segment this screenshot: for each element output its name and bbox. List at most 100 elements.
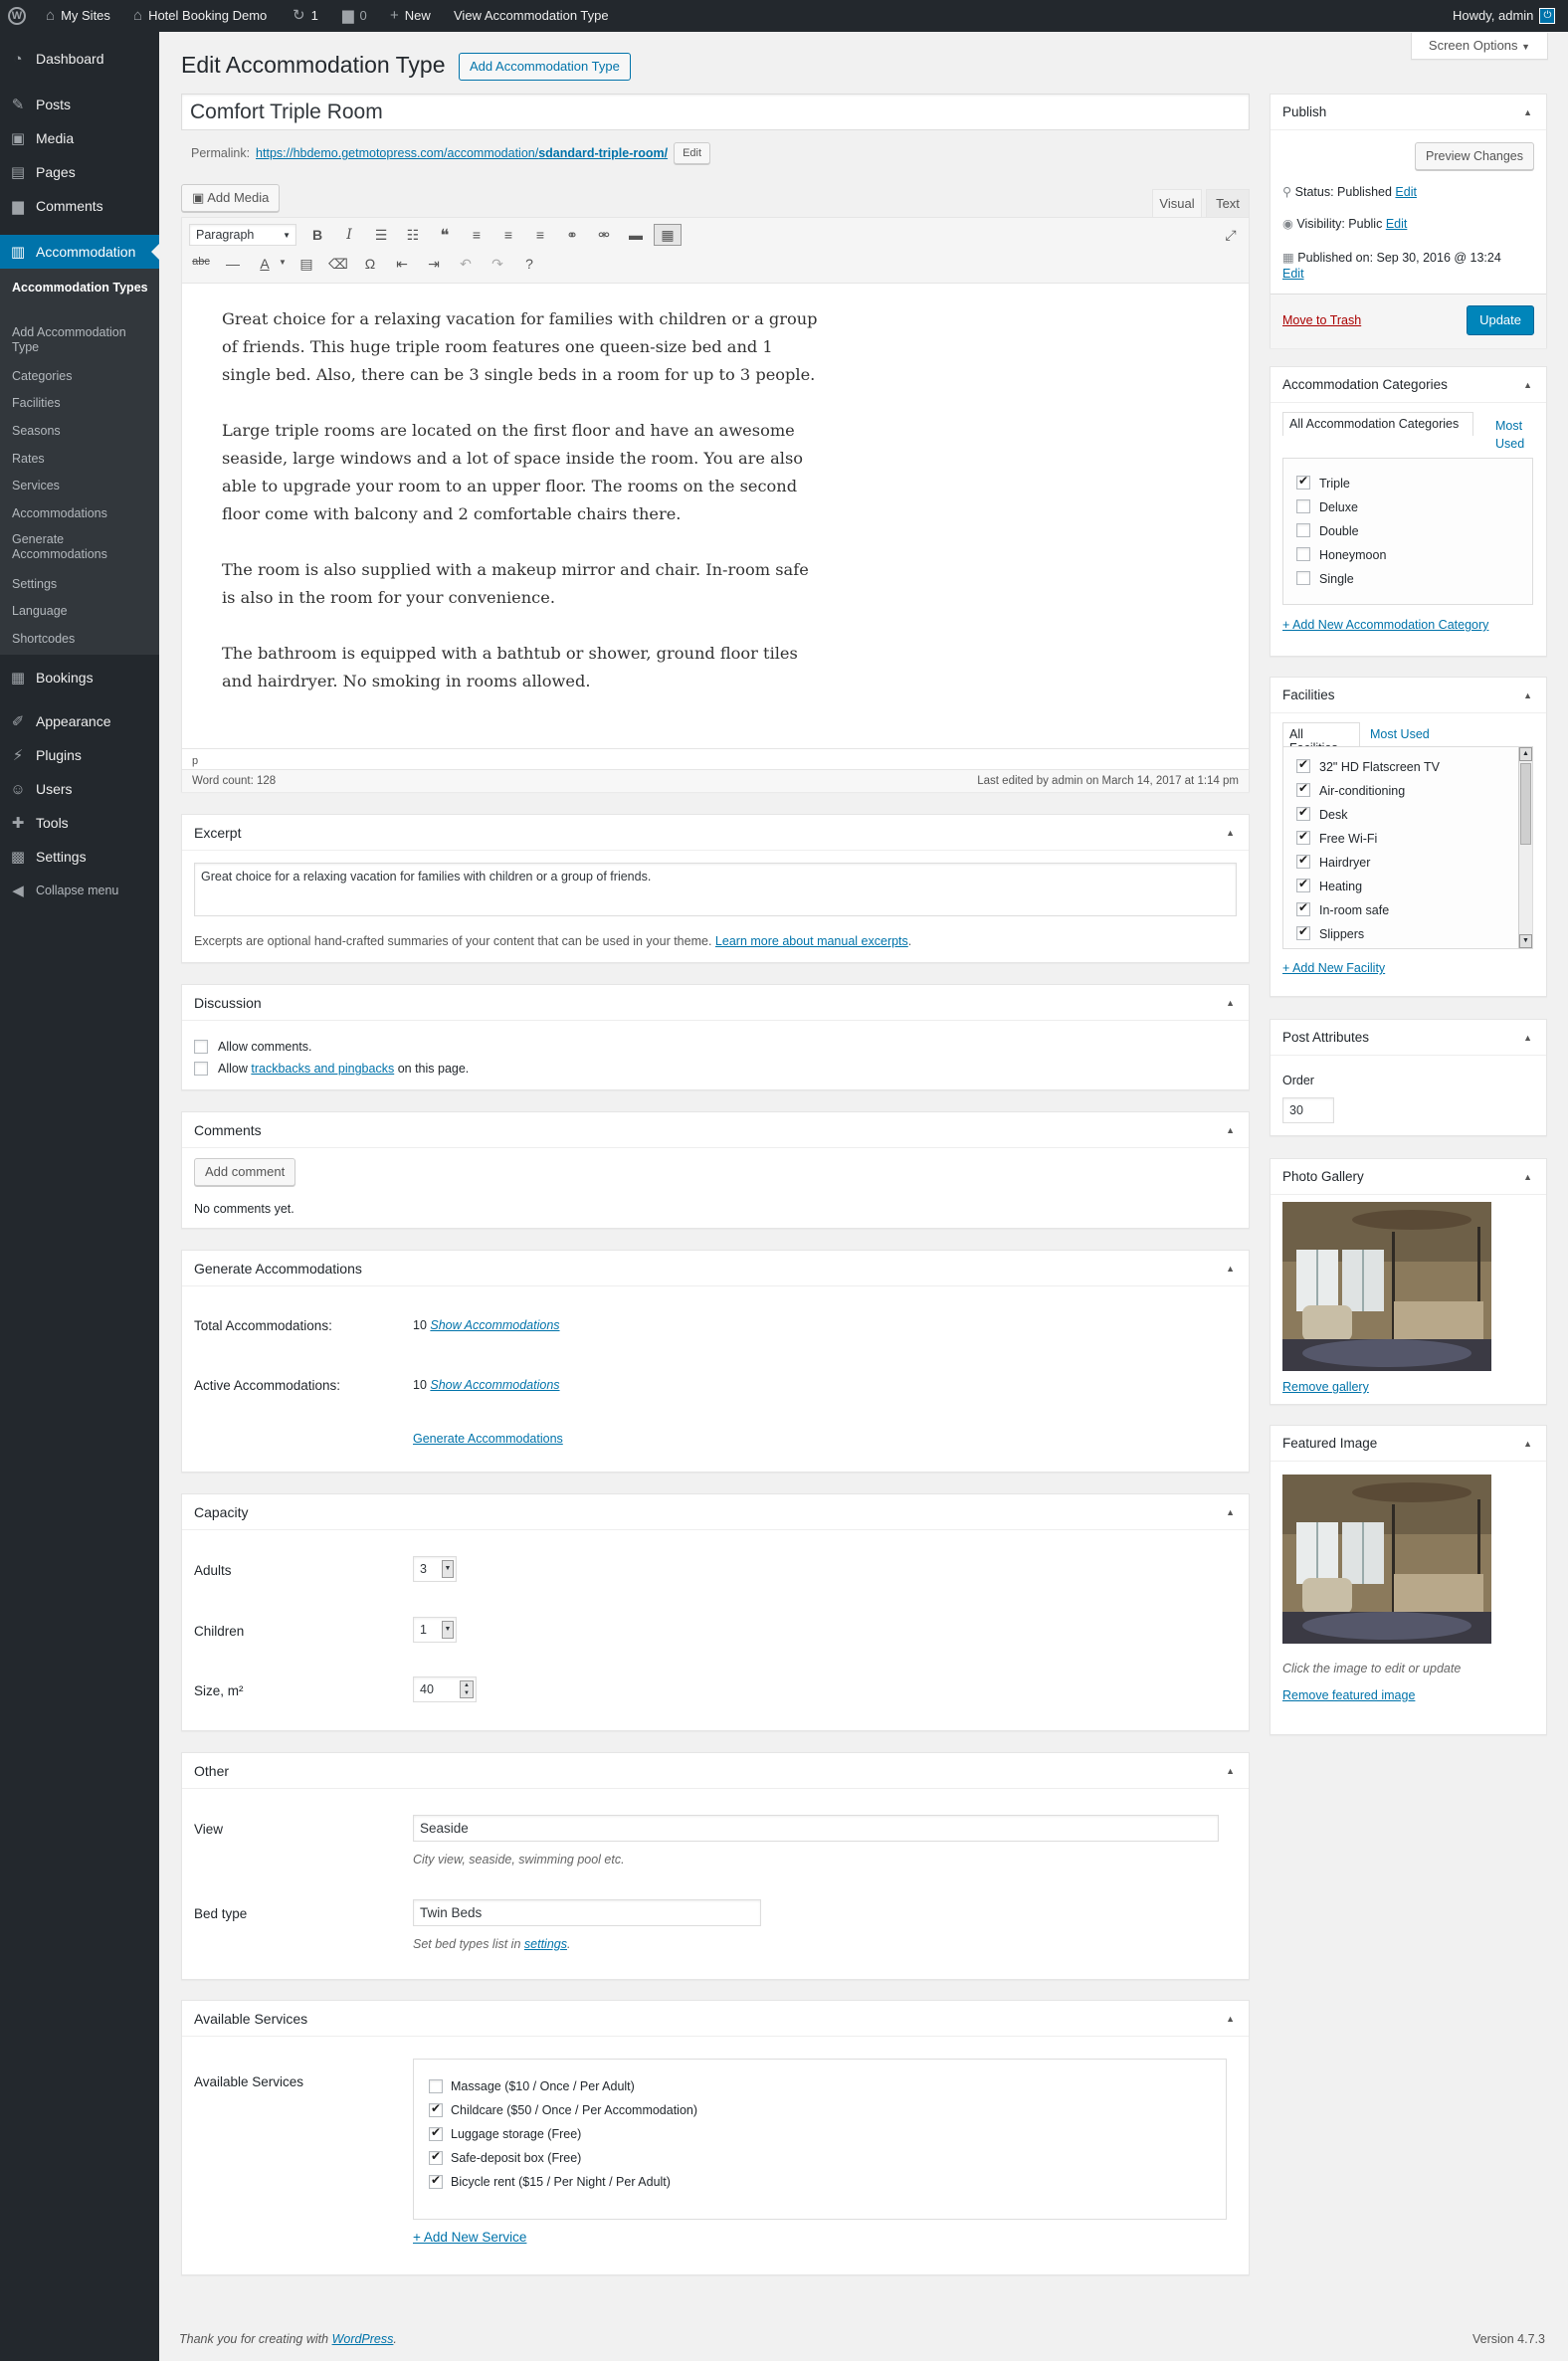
align-right-icon[interactable]: ≡ — [528, 227, 552, 243]
submenu-add-accommodation-type[interactable]: Add Accommodation Type — [12, 325, 151, 355]
permalink-link[interactable]: https://hbdemo.getmotopress.com/accommod… — [256, 146, 668, 160]
read-more-icon[interactable]: ▬ — [624, 227, 648, 243]
submenu-generate-accommodations[interactable]: Generate Accommodations — [12, 532, 151, 562]
scroll-down-icon[interactable]: ▼ — [1519, 934, 1532, 948]
blockquote-icon[interactable]: ❝ — [433, 226, 457, 246]
bold-icon[interactable]: B — [305, 227, 329, 243]
special-character-icon[interactable]: Ω — [358, 256, 382, 272]
adults-select[interactable]: 3 ▼ — [413, 1556, 457, 1582]
new-content-link[interactable]: + New — [390, 0, 431, 32]
unlink-icon[interactable]: ⚮ — [592, 227, 616, 244]
outdent-icon[interactable]: ⇤ — [390, 256, 414, 273]
submenu-rates[interactable]: Rates — [12, 452, 151, 467]
format-select[interactable]: Paragraph ▼ — [189, 224, 296, 246]
add-media-button[interactable]: ▣ Add Media — [181, 184, 281, 212]
submenu-accommodation-types[interactable]: Accommodation Types — [12, 281, 151, 295]
excerpt-header[interactable]: Excerpt ▲ — [182, 815, 1249, 851]
edit-date-link[interactable]: Edit — [1282, 267, 1304, 281]
bed-type-input[interactable]: Twin Beds — [413, 1899, 761, 1926]
toggle-arrow-icon[interactable]: ▲ — [1523, 1020, 1532, 1056]
menu-accommodation[interactable]: ▥ Accommodation — [0, 235, 159, 269]
caret-down-icon[interactable]: ▼ — [271, 258, 294, 267]
gallery-image[interactable] — [1282, 1202, 1491, 1371]
toggle-arrow-icon[interactable]: ▲ — [1226, 1753, 1235, 1789]
undo-icon[interactable]: ↶ — [454, 256, 478, 273]
updates-link[interactable]: ↻ 1 — [293, 0, 318, 32]
size-number-input[interactable]: 40 ▲ ▼ — [413, 1676, 477, 1702]
comments-link[interactable]: ▆ 0 — [342, 0, 367, 32]
align-center-icon[interactable]: ≡ — [496, 227, 520, 243]
post-title-input[interactable]: Comfort Triple Room — [181, 94, 1250, 130]
help-icon[interactable]: ? — [517, 256, 541, 272]
service-checkbox[interactable] — [429, 2125, 443, 2141]
category-checkbox[interactable] — [1296, 547, 1310, 561]
edit-status-link[interactable]: Edit — [1395, 185, 1417, 199]
add-new-service-link[interactable]: + Add New Service — [413, 2230, 526, 2245]
menu-media[interactable]: ▣ Media — [0, 121, 159, 155]
align-left-icon[interactable]: ≡ — [465, 227, 489, 243]
move-to-trash-link[interactable]: Move to Trash — [1282, 313, 1361, 327]
numbered-list-icon[interactable]: ☷ — [401, 227, 425, 244]
facility-checkbox[interactable] — [1296, 900, 1310, 916]
facility-checkbox[interactable] — [1296, 781, 1310, 797]
submenu-accommodations[interactable]: Accommodations — [12, 506, 151, 521]
remove-gallery-link[interactable]: Remove gallery — [1282, 1380, 1369, 1394]
paste-text-icon[interactable]: ▤ — [294, 256, 318, 273]
add-accommodation-type-button[interactable]: Add Accommodation Type — [459, 53, 631, 81]
fullscreen-icon[interactable]: ⤢ — [1219, 227, 1243, 244]
services-header[interactable]: Available Services ▲ — [182, 2001, 1249, 2037]
menu-settings[interactable]: ▩ Settings — [0, 840, 159, 874]
preview-changes-button[interactable]: Preview Changes — [1415, 142, 1534, 170]
publish-header[interactable]: Publish ▲ — [1271, 95, 1546, 130]
generate-header[interactable]: Generate Accommodations ▲ — [182, 1251, 1249, 1286]
facility-checkbox[interactable] — [1296, 877, 1310, 892]
toggle-arrow-icon[interactable]: ▲ — [1226, 1494, 1235, 1530]
editor-content[interactable]: Great choice for a relaxing vacation for… — [222, 305, 823, 695]
clear-formatting-icon[interactable]: ⌫ — [326, 256, 350, 273]
comments-header[interactable]: Comments ▲ — [182, 1112, 1249, 1148]
add-comment-button[interactable]: Add comment — [194, 1158, 296, 1186]
tab-text[interactable]: Text — [1206, 189, 1250, 217]
menu-users[interactable]: ☺ Users — [0, 772, 159, 806]
manual-excerpts-link[interactable]: Learn more about manual excerpts — [715, 934, 908, 948]
facilities-scrollbar[interactable]: ▲ ▼ — [1518, 747, 1532, 948]
allow-comments-checkbox[interactable] — [194, 1040, 208, 1054]
menu-appearance[interactable]: ✐ Appearance — [0, 704, 159, 738]
toggle-arrow-icon[interactable]: ▲ — [1523, 1159, 1532, 1195]
discussion-header[interactable]: Discussion ▲ — [182, 985, 1249, 1021]
add-new-category-link[interactable]: + Add New Accommodation Category — [1282, 618, 1488, 632]
toggle-arrow-icon[interactable]: ▲ — [1226, 815, 1235, 851]
my-account-link[interactable]: Howdy, admin ⏻ — [1453, 0, 1556, 32]
menu-comments[interactable]: ▆ Comments — [0, 189, 159, 223]
category-checkbox[interactable] — [1296, 523, 1310, 537]
facility-checkbox[interactable] — [1296, 924, 1310, 940]
my-sites-link[interactable]: ⌂ My Sites — [46, 0, 110, 32]
service-checkbox[interactable] — [429, 2079, 443, 2093]
toggle-arrow-icon[interactable]: ▲ — [1226, 985, 1235, 1021]
edit-visibility-link[interactable]: Edit — [1386, 217, 1408, 231]
redo-icon[interactable]: ↷ — [486, 256, 509, 273]
tab-all-categories[interactable]: All Accommodation Categories — [1282, 412, 1473, 436]
add-new-facility-link[interactable]: + Add New Facility — [1282, 961, 1385, 975]
category-checkbox[interactable] — [1296, 571, 1310, 585]
indent-icon[interactable]: ⇥ — [422, 256, 446, 273]
toggle-arrow-icon[interactable]: ▲ — [1523, 678, 1532, 713]
submenu-seasons[interactable]: Seasons — [12, 424, 151, 439]
category-checkbox[interactable] — [1296, 499, 1310, 513]
toggle-arrow-icon[interactable]: ▲ — [1226, 2001, 1235, 2037]
tab-visual[interactable]: Visual — [1152, 189, 1202, 217]
view-post-link[interactable]: View Accommodation Type — [454, 0, 609, 32]
service-checkbox[interactable] — [429, 2149, 443, 2165]
scroll-up-icon[interactable]: ▲ — [1519, 747, 1532, 761]
featured-image-header[interactable]: Featured Image ▲ — [1271, 1426, 1546, 1462]
menu-bookings[interactable]: ▦ Bookings — [0, 661, 159, 694]
facility-checkbox[interactable] — [1296, 829, 1310, 845]
strikethrough-icon[interactable]: abc — [189, 256, 213, 268]
site-name-link[interactable]: ⌂ Hotel Booking Demo — [133, 0, 267, 32]
toggle-arrow-icon[interactable]: ▲ — [1523, 367, 1532, 403]
allow-pings-checkbox[interactable] — [194, 1062, 208, 1076]
excerpt-textarea[interactable]: Great choice for a relaxing vacation for… — [194, 863, 1237, 916]
featured-image[interactable] — [1282, 1475, 1491, 1644]
link-icon[interactable]: ⚭ — [560, 227, 584, 244]
capacity-header[interactable]: Capacity ▲ — [182, 1494, 1249, 1530]
